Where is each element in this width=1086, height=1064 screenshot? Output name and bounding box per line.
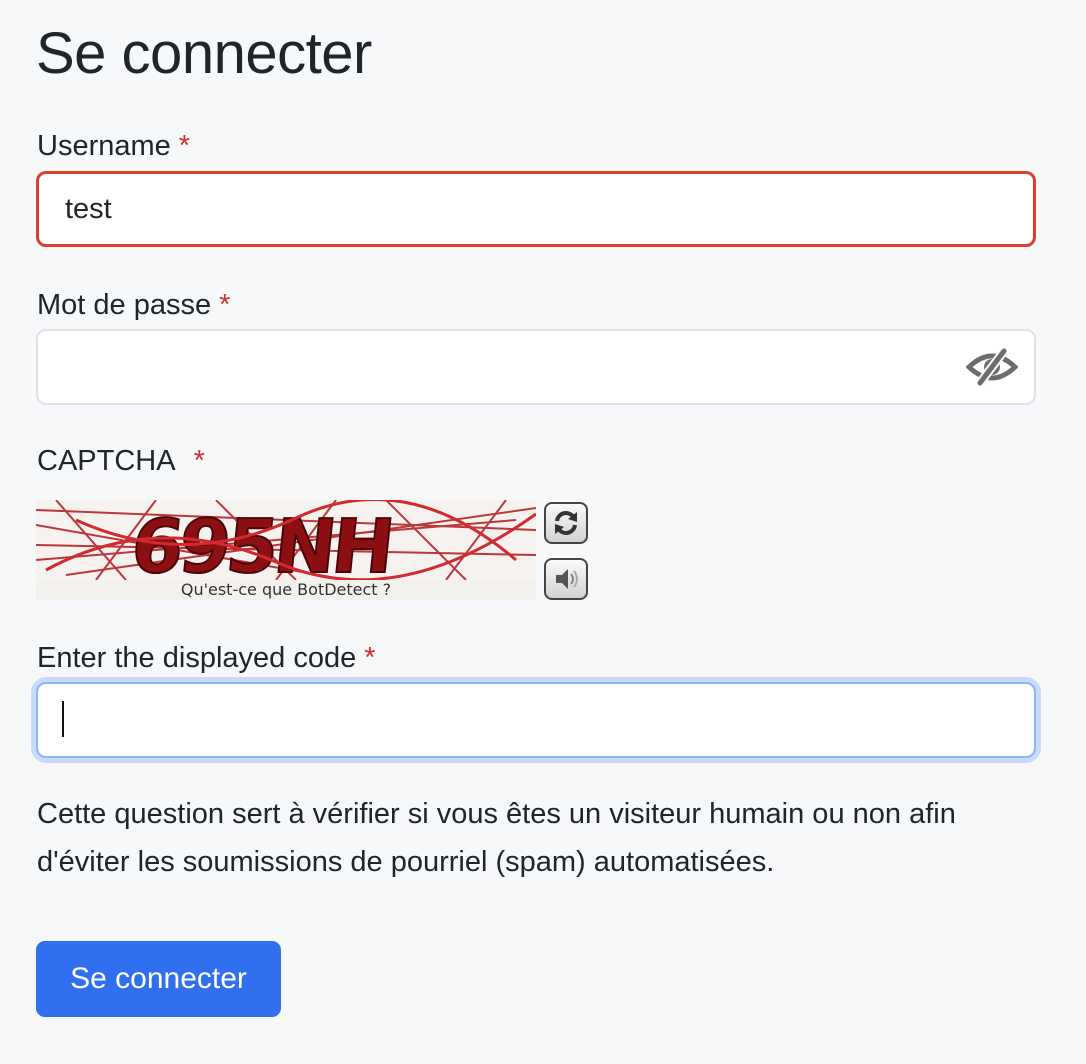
text-caret (62, 701, 64, 737)
captcha-code-input[interactable] (36, 682, 1036, 758)
captcha-help-text: Cette question sert à vérifier si vous ê… (37, 798, 956, 878)
login-submit-button[interactable]: Se connecter (36, 941, 281, 1017)
page-title: Se connecter (36, 21, 372, 86)
password-input[interactable] (36, 329, 1036, 405)
required-asterisk: * (219, 289, 231, 321)
botdetect-link[interactable]: Qu'est-ce que BotDetect ? (36, 580, 536, 599)
username-input[interactable] (36, 171, 1036, 247)
required-asterisk: * (193, 445, 205, 477)
captcha-label: CAPTCHA * (37, 443, 205, 479)
username-label-text: Username (37, 130, 171, 162)
required-asterisk: * (364, 642, 376, 674)
eye-slash-icon[interactable] (965, 347, 1019, 387)
code-label: Enter the displayed code * (37, 640, 376, 676)
code-label-text: Enter the displayed code (37, 642, 357, 674)
captcha-label-text: CAPTCHA (37, 445, 176, 477)
password-label-text: Mot de passe (37, 289, 212, 321)
username-label: Username * (37, 128, 190, 164)
captcha-image: 695NH Qu'est-ce que BotDetect ? (36, 500, 536, 600)
reload-icon[interactable] (544, 502, 588, 544)
required-asterisk: * (178, 130, 191, 162)
svg-text:695NH: 695NH (127, 504, 394, 580)
password-label: Mot de passe * (37, 287, 230, 323)
login-page: Se connecter Username* Mot de passe* CAP… (0, 0, 1086, 1064)
speaker-icon[interactable] (544, 558, 588, 600)
